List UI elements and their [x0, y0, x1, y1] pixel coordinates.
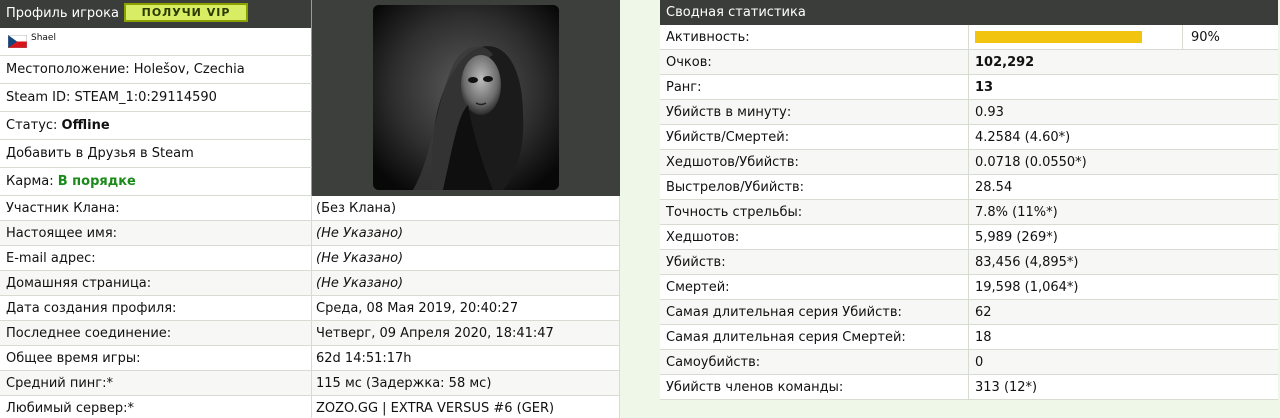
karma-value: В порядке	[57, 174, 136, 189]
stat-row: Убийств в минуту: 0.93	[660, 100, 1278, 125]
location-row: Местоположение: Holešov, Czechia	[0, 56, 312, 84]
stat-label: Очков:	[660, 50, 969, 75]
stat-row: Точность стрельбы: 7.8% (11%*)	[660, 200, 1278, 225]
stat-row: Самая длительная серия Смертей: 18	[660, 325, 1278, 350]
profile-detail-value: (Не Указано)	[316, 226, 404, 241]
stat-row: Смертей: 19,598 (1,064*)	[660, 275, 1278, 300]
profile-header-title: Профиль игрока	[6, 6, 119, 21]
profile-detail-label: Домашняя страница:	[0, 271, 312, 296]
profile-detail-value: ZOZO.GG | EXTRA VERSUS #6 (GER)	[316, 401, 555, 416]
stat-label: Самая длительная серия Смертей:	[660, 325, 969, 350]
stat-value: 28.54	[975, 180, 1013, 195]
summary-stats-panel: Сводная статистика Активность: 90% Очков…	[660, 0, 1280, 418]
profile-detail-row: Последнее соединение: Четверг, 09 Апреля …	[0, 321, 620, 346]
activity-percent: 90%	[1182, 25, 1220, 50]
avatar-cell	[312, 0, 620, 196]
stat-label: Убийств:	[660, 250, 969, 275]
stat-row: Убийств: 83,456 (4,895*)	[660, 250, 1278, 275]
stat-row: Очков: 102,292	[660, 50, 1278, 75]
activity-bar-fill	[975, 31, 1143, 43]
stat-value: 0	[975, 355, 984, 370]
profile-detail-row: Настоящее имя: (Не Указано)	[0, 221, 620, 246]
player-nickname: Shael	[31, 33, 56, 43]
stat-label: Убийств/Смертей:	[660, 125, 969, 150]
profile-detail-label: Дата создания профиля:	[0, 296, 312, 321]
profile-detail-row: Домашняя страница: (Не Указано)	[0, 271, 620, 296]
activity-bar-track	[975, 31, 1161, 43]
stat-value: 83,456 (4,895*)	[975, 255, 1079, 270]
stat-value: 313 (12*)	[975, 380, 1038, 395]
profile-detail-value: (Без Клана)	[316, 201, 397, 216]
stat-value: 19,598 (1,064*)	[975, 280, 1079, 295]
profile-detail-value: 115 мс (Задержка: 58 мс)	[316, 376, 492, 391]
stat-row: Убийств/Смертей: 4.2584 (4.60*)	[660, 125, 1278, 150]
stat-value: 4.2584 (4.60*)	[975, 130, 1071, 145]
status-value: Offline	[61, 118, 110, 133]
stat-row: Убийств членов команды: 313 (12*)	[660, 375, 1278, 400]
profile-detail-row: Общее время игры: 62d 14:51:17h	[0, 346, 620, 371]
stats-header: Сводная статистика	[660, 0, 1278, 25]
profile-detail-row: Любимый сервер:* ZOZO.GG | EXTRA VERSUS #…	[0, 396, 620, 418]
stat-value: 5,989 (269*)	[975, 230, 1058, 245]
stat-label: Точность стрельбы:	[660, 200, 969, 225]
profile-detail-row: Дата создания профиля: Среда, 08 Мая 2019…	[0, 296, 620, 321]
stat-label: Ранг:	[660, 75, 969, 100]
profile-detail-label: Любимый сервер:*	[0, 396, 312, 418]
activity-label: Активность:	[660, 25, 969, 50]
stat-label: Хедшотов/Убийств:	[660, 150, 969, 175]
karma-label: Карма:	[6, 174, 58, 189]
czech-flag-icon	[8, 35, 27, 48]
profile-detail-label: Настоящее имя:	[0, 221, 312, 246]
profile-detail-row: Средний пинг:* 115 мс (Задержка: 58 мс)	[0, 371, 620, 396]
player-avatar	[373, 5, 559, 190]
stat-value: 18	[975, 330, 992, 345]
stat-row: Ранг: 13	[660, 75, 1278, 100]
stat-label: Смертей:	[660, 275, 969, 300]
status-label: Статус:	[6, 118, 62, 133]
stat-label: Убийств в минуту:	[660, 100, 969, 125]
location-text: Местоположение: Holešov, Czechia	[6, 62, 245, 77]
profile-detail-value: (Не Указано)	[316, 276, 404, 291]
stat-value: 0.0718 (0.0550*)	[975, 155, 1087, 170]
profile-detail-row: E-mail адрес: (Не Указано)	[0, 246, 620, 271]
stat-row: Самоубийств: 0	[660, 350, 1278, 375]
profile-detail-label: E-mail адрес:	[0, 246, 312, 271]
stat-row: Выстрелов/Убийств: 28.54	[660, 175, 1278, 200]
status-row: Статус: Offline	[0, 112, 312, 140]
stat-label: Убийств членов команды:	[660, 375, 969, 400]
stat-value: 7.8% (11%*)	[975, 205, 1058, 220]
steam-id-row: Steam ID: STEAM_1:0:29114590	[0, 84, 312, 112]
stat-row: Хедшотов: 5,989 (269*)	[660, 225, 1278, 250]
profile-detail-row: Участник Клана: (Без Клана)	[0, 196, 620, 221]
stat-value: 62	[975, 305, 992, 320]
profile-detail-label: Средний пинг:*	[0, 371, 312, 396]
stat-row: Хедшотов/Убийств: 0.0718 (0.0550*)	[660, 150, 1278, 175]
player-profile-panel: Профиль игрока ПОЛУЧИ VIP Shael Местопол…	[0, 0, 620, 418]
profile-header: Профиль игрока ПОЛУЧИ VIP	[0, 0, 312, 28]
add-friend-link[interactable]: Добавить в Друзья в Steam	[6, 146, 194, 161]
profile-detail-label: Последнее соединение:	[0, 321, 312, 346]
profile-detail-value: 62d 14:51:17h	[316, 351, 412, 366]
activity-row: Активность: 90%	[660, 25, 1278, 50]
player-name-row: Shael	[0, 28, 312, 56]
karma-row: Карма: В порядке	[0, 168, 312, 196]
stat-label: Выстрелов/Убийств:	[660, 175, 969, 200]
avatar-image	[373, 5, 559, 190]
profile-detail-label: Общее время игры:	[0, 346, 312, 371]
stat-value: 0.93	[975, 105, 1004, 120]
stat-label: Самая длительная серия Убийств:	[660, 300, 969, 325]
stat-row: Самая длительная серия Убийств: 62	[660, 300, 1278, 325]
stat-value: 13	[975, 80, 994, 95]
profile-detail-value: Среда, 08 Мая 2019, 20:40:27	[316, 301, 519, 316]
steam-id-text: Steam ID: STEAM_1:0:29114590	[6, 90, 217, 105]
get-vip-button[interactable]: ПОЛУЧИ VIP	[124, 3, 248, 22]
stat-label: Хедшотов:	[660, 225, 969, 250]
profile-detail-value: Четверг, 09 Апреля 2020, 18:41:47	[316, 326, 554, 341]
profile-detail-value: (Не Указано)	[316, 251, 404, 266]
add-friend-row[interactable]: Добавить в Друзья в Steam	[0, 140, 312, 168]
stat-label: Самоубийств:	[660, 350, 969, 375]
stat-value: 102,292	[975, 55, 1035, 70]
profile-detail-label: Участник Клана:	[0, 196, 312, 221]
